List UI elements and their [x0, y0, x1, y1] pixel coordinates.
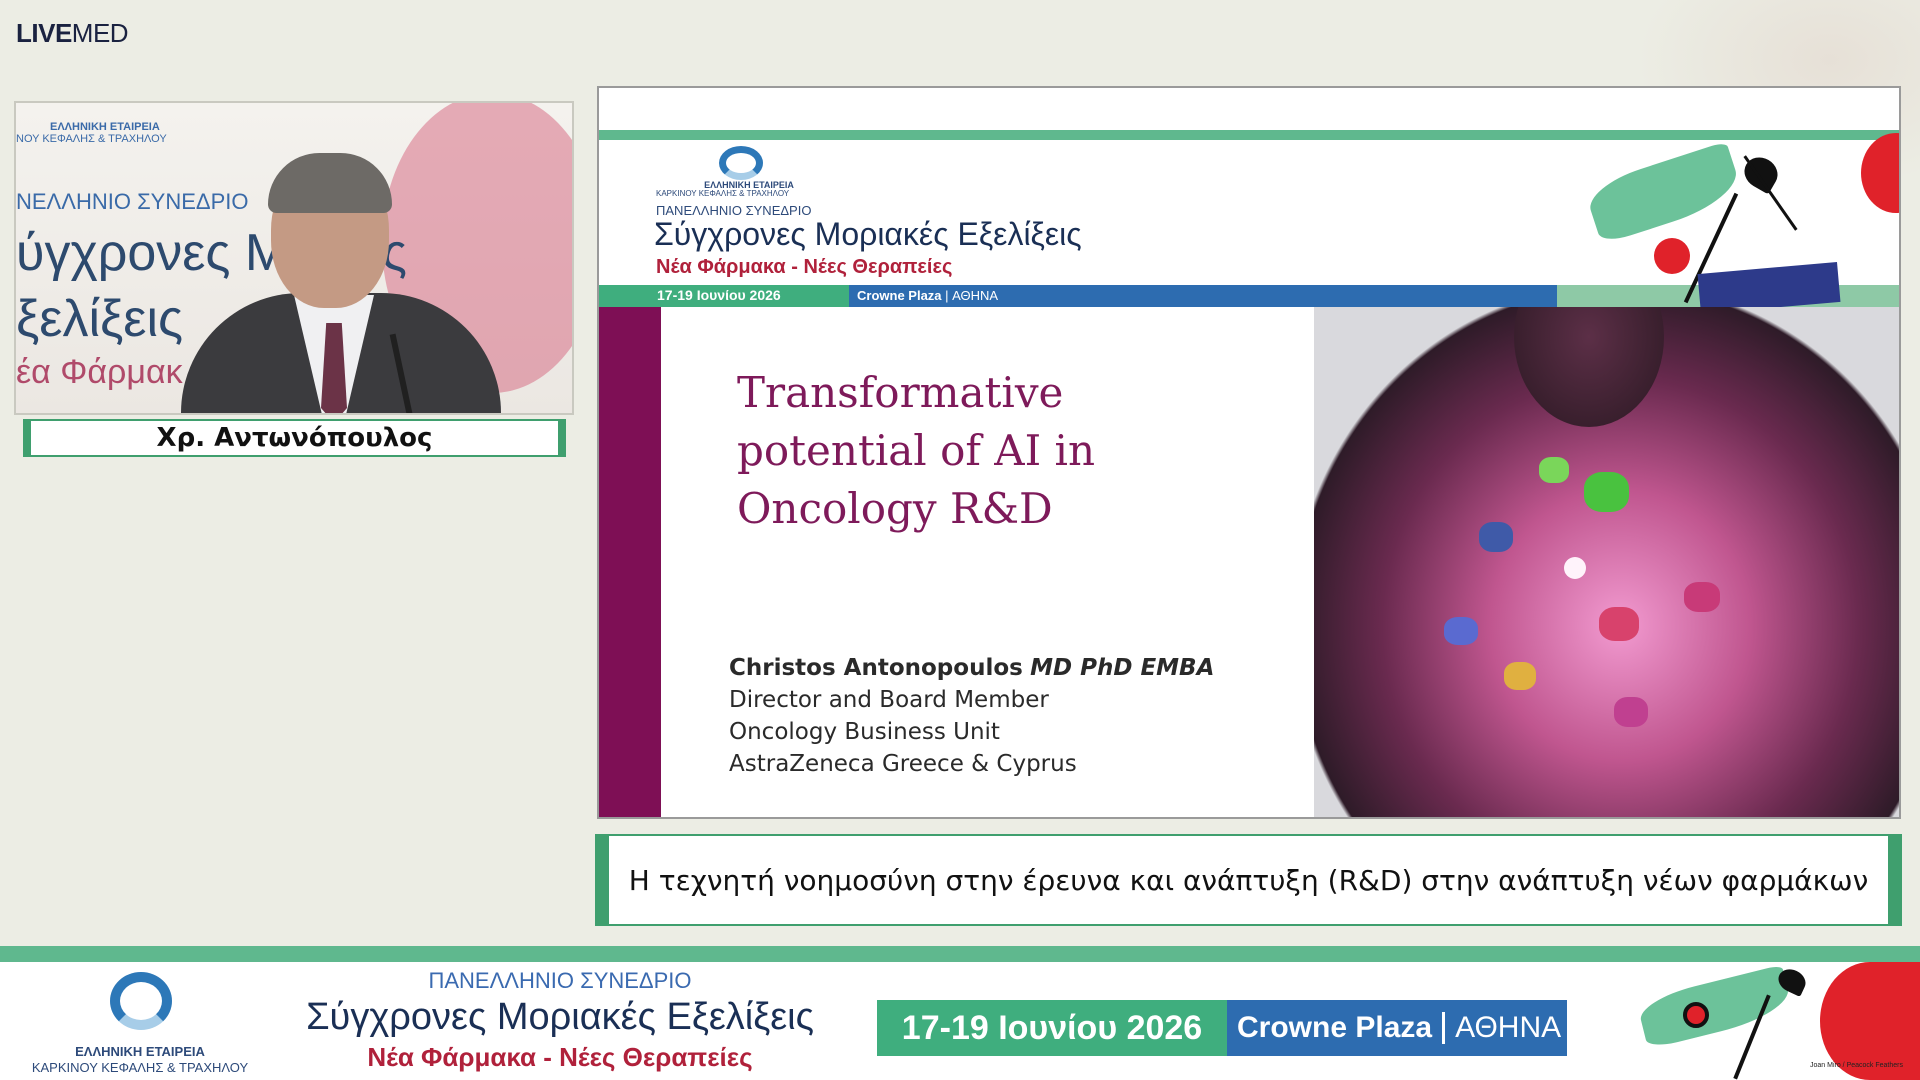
miro-art-red-shape: [1861, 133, 1899, 213]
miro-art-red-dot: [1654, 238, 1690, 274]
livemed-logo: LIVEMED: [16, 18, 129, 48]
footer-conference-subtitle: Νέα Φάρμακα - Νέες Θεραπείες: [367, 1042, 753, 1072]
presenter-company: AstraZeneca Greece & Cyprus: [729, 751, 1077, 777]
miro-art-leaf: [1636, 964, 1794, 1050]
footer-congress-label: ΠΑΝΕΛΛΗΝΙΟ ΣΥΝΕΔΡΙΟ: [428, 968, 692, 993]
caption-text: Η τεχνητή νοημοσύνη στην έρευνα και ανάπ…: [628, 863, 1869, 897]
presenter-unit: Oncology Business Unit: [729, 719, 1000, 745]
slide-presenter-info: Christos Antonopoulos MD PhD EMBA Direct…: [729, 652, 1214, 780]
molecule-icon: [1444, 617, 1478, 645]
presenter-role: Director and Board Member: [729, 687, 1049, 713]
speaker-nameplate: Χρ. Αντωνόπουλος: [23, 419, 566, 457]
slide-venue: Crowne Plaza | ΑΘΗΝΑ: [857, 288, 999, 303]
backdrop-congress-label: ΝΕΛΛΗΝΙΟ ΣΥΝΕΔΡΙΟ: [16, 189, 249, 214]
backdrop-org-name: ΕΛΛΗΝΙΚΗ ΕΤΑΙΡΕΙΑ ΝΟΥ ΚΕΦΑΛΗΣ & ΤΡΑΧΗΛΟΥ: [16, 121, 167, 145]
backdrop-title-line2: ξελίξεις: [16, 290, 184, 348]
miro-art-red-dot: [1683, 1002, 1709, 1028]
society-logo-icon: [110, 972, 172, 1030]
presenter-name: Christos Antonopoulos: [729, 655, 1023, 681]
slide-illustration-human-torso: [1314, 307, 1899, 817]
speaker-video-feed: ΕΛΛΗΝΙΚΗ ΕΤΑΙΡΕΙΑ ΝΟΥ ΚΕΦΑΛΗΣ & ΤΡΑΧΗΛΟΥ…: [14, 101, 574, 415]
molecule-icon: [1584, 472, 1629, 512]
slide-dates: 17-19 Ιουνίου 2026: [657, 287, 781, 303]
presentation-slide: ΕΛΛΗΝΙΚΗ ΕΤΑΙΡΕΙΑ ΚΑΡΚΙΝΟΥ ΚΕΦΑΛΗΣ & ΤΡΑ…: [597, 86, 1901, 819]
presenter-credentials: MD PhD EMBA: [1030, 655, 1215, 681]
slide-conference-title: Σύγχρονες Μοριακές Εξελίξεις: [654, 216, 1082, 252]
speaker-hair: [268, 153, 392, 213]
footer-org-line1: ΕΛΛΗΝΙΚΗ ΕΤΑΙΡΕΙΑ: [75, 1044, 205, 1059]
molecule-icon: [1539, 457, 1569, 483]
speaker-name: Χρ. Αντωνόπουλος: [156, 423, 433, 453]
caption-bar: Η τεχνητή νοημοσύνη στην έρευνα και ανάπ…: [595, 834, 1902, 926]
footer-dates: 17-19 Ιουνίου 2026: [877, 1000, 1227, 1056]
footer-banner: ΕΛΛΗΝΙΚΗ ΕΤΑΙΡΕΙΑ ΚΑΡΚΙΝΟΥ ΚΕΦΑΛΗΣ & ΤΡΑ…: [0, 962, 1920, 1080]
molecule-icon: [1504, 662, 1536, 690]
footer-conference-title: Σύγχρονες Μοριακές Εξελίξεις: [306, 996, 814, 1038]
molecule-icon: [1599, 607, 1639, 641]
slide-conference-subtitle: Νέα Φάρμακα - Νέες Θεραπείες: [656, 256, 953, 278]
molecule-icon: [1479, 522, 1513, 552]
footer-stripe: [0, 946, 1920, 962]
slide-date-bar: 17-19 Ιουνίου 2026 Crowne Plaza | ΑΘΗΝΑ: [599, 285, 1557, 307]
slide-title: Transformative potential of AI in Oncolo…: [737, 368, 1096, 533]
slide-side-bar: [599, 307, 661, 817]
slide-top-stripe: [599, 130, 1899, 140]
slide-org-line2: ΚΑΡΚΙΝΟΥ ΚΕΦΑΛΗΣ & ΤΡΑΧΗΛΟΥ: [656, 189, 790, 198]
molecule-icon: [1614, 697, 1648, 727]
molecule-icon: [1684, 582, 1720, 612]
footer-date-venue: 17-19 Ιουνίου 2026 Crowne Plaza ΑΘΗΝΑ: [877, 1000, 1567, 1056]
energy-glow: [1564, 557, 1586, 579]
society-logo-icon: [719, 146, 763, 180]
footer-venue: Crowne Plaza ΑΘΗΝΑ: [1237, 1011, 1562, 1044]
footer-org-line2: ΚΑΡΚΙΝΟΥ ΚΕΦΑΛΗΣ & ΤΡΑΧΗΛΟΥ: [31, 1060, 249, 1075]
art-credit: Joan Miro / Peacock Feathers: [1810, 1062, 1903, 1069]
